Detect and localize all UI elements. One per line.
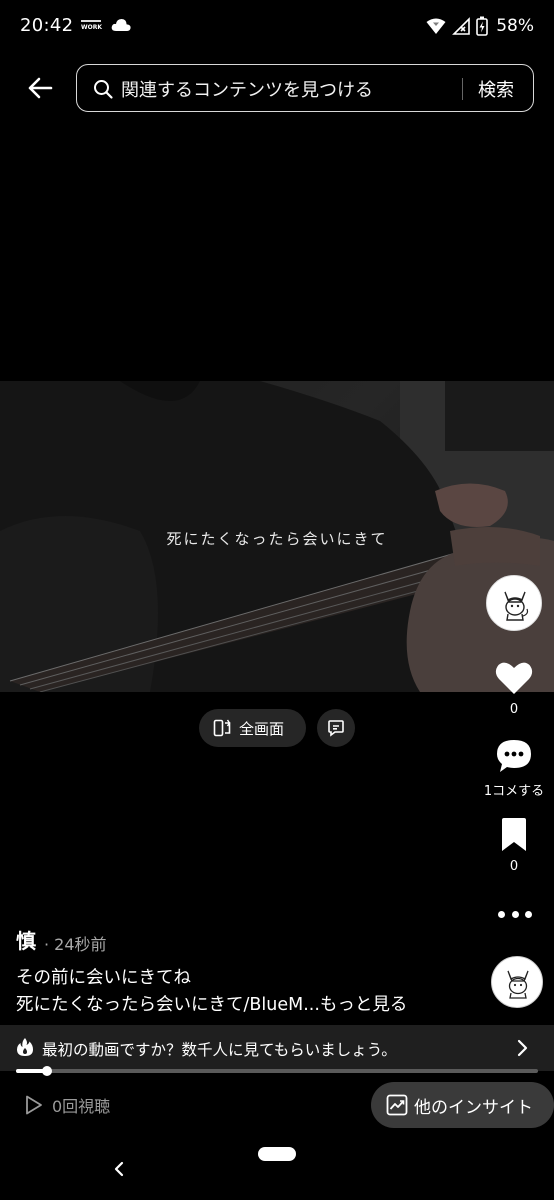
view-count: 0回視聴 (22, 1093, 110, 1117)
like-button[interactable]: 0 (477, 660, 551, 717)
bookmark-button[interactable]: 0 (477, 817, 551, 874)
search-divider (462, 78, 463, 100)
no-signal-icon (452, 17, 471, 35)
search-icon (94, 80, 113, 99)
sound-disc[interactable] (491, 956, 543, 1008)
more-options-button[interactable] (498, 904, 532, 924)
character-avatar-icon (504, 591, 529, 621)
back-button[interactable] (22, 70, 58, 106)
bookmark-icon (502, 818, 526, 851)
chevron-right-icon (517, 1039, 528, 1057)
video-caption: 死にたくなったら会いにきて (166, 530, 388, 548)
home-gesture-pill[interactable] (258, 1147, 296, 1161)
see-more-link[interactable]: もっと見る (320, 995, 408, 1015)
status-bar: 20:42 WORK 58% (0, 0, 554, 56)
search-button[interactable]: 検索 (478, 76, 514, 102)
search-input[interactable]: 関連するコンテンツを見つける (121, 76, 373, 102)
trend-chart-icon (386, 1094, 408, 1116)
insights-label: 他のインサイト (414, 1097, 533, 1118)
work-profile-badge: WORK (81, 20, 102, 32)
author-avatar[interactable] (486, 575, 542, 631)
speech-bubble-icon (497, 740, 531, 772)
comment-overlay-icon (328, 720, 344, 737)
fullscreen-icon (213, 719, 231, 737)
video-player[interactable]: 死にたくなったら会いにきて (0, 381, 554, 692)
bookmark-count: 0 (509, 859, 519, 874)
insights-button[interactable]: 他のインサイト (371, 1082, 554, 1128)
fullscreen-button[interactable]: 全画面 (199, 709, 306, 747)
more-dot-icon (498, 910, 505, 918)
like-count: 0 (509, 702, 519, 717)
nav-back-icon[interactable] (110, 1158, 128, 1180)
wifi-icon (426, 18, 446, 34)
cloud-icon (111, 19, 131, 31)
arrow-left-icon (28, 77, 53, 99)
promote-banner-text: 最初の動画ですか？数千人に見てもらいましょう。 (42, 1041, 397, 1059)
battery-charging-icon (476, 16, 489, 36)
heart-icon (495, 662, 533, 694)
status-time: 20:42 (20, 15, 74, 36)
character-avatar-icon (507, 970, 529, 999)
fullscreen-label: 全画面 (239, 719, 285, 738)
post-timestamp: · 24秒前 (44, 935, 107, 954)
comment-button[interactable]: 1コメする (477, 738, 551, 799)
comment-count: 1コメする (483, 784, 545, 799)
author-name[interactable]: 慎 (16, 925, 36, 954)
more-dot-icon (525, 910, 532, 918)
play-icon (26, 1095, 42, 1115)
playback-scrubber-handle[interactable] (42, 1066, 53, 1076)
status-right-cluster: 58% (426, 14, 534, 38)
post-caption-line-2: 死にたくなったら会いにきて/BlueM...もっと見る (16, 991, 407, 1016)
fire-icon (17, 1038, 33, 1056)
post-caption-line-1: その前に会いにきてね (16, 968, 191, 988)
view-count-label: 0回視聴 (52, 1097, 111, 1116)
search-bar[interactable]: 関連するコンテンツを見つける 検索 (76, 64, 534, 112)
playback-progress-bar[interactable] (16, 1066, 538, 1076)
promote-banner[interactable]: 最初の動画ですか？数千人に見てもらいましょう。 (0, 1025, 554, 1071)
more-dot-icon (511, 910, 519, 918)
comment-overlay-button[interactable] (317, 709, 355, 747)
post-caption-text: 死にたくなったら会いにきて/BlueM... (16, 995, 320, 1015)
battery-percentage: 58% (496, 16, 534, 36)
